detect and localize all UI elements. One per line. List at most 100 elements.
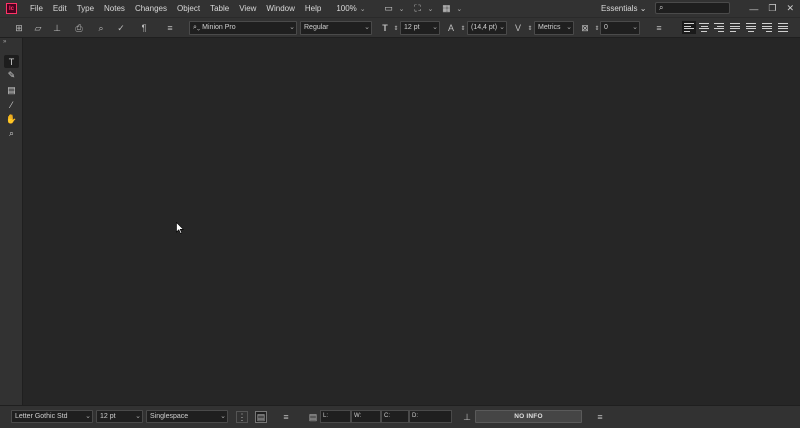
document-canvas[interactable] <box>24 38 800 405</box>
chevron-down-icon[interactable]: ⌄ <box>499 22 505 34</box>
view-options-dropdown-icon[interactable]: ⌄ <box>399 5 405 13</box>
menu-object[interactable]: Object <box>172 0 205 17</box>
chevron-down-icon[interactable]: ⌄ <box>220 411 226 423</box>
window-controls: — ❐ ✕ <box>749 0 794 17</box>
align-center-icon[interactable] <box>699 23 709 32</box>
font-family-field[interactable]: ⌕⌄ Minion Pro ⌄ <box>189 21 297 35</box>
leading-icon: A <box>447 23 454 33</box>
align-right-icon[interactable] <box>714 23 724 32</box>
position-tool-icon[interactable]: ▤ <box>4 84 19 97</box>
word-count-field: W: <box>351 410 381 423</box>
panel-menu-icon[interactable]: ≡ <box>164 22 176 34</box>
story-font-value: Letter Gothic Std <box>15 413 68 420</box>
story-font-field[interactable]: Letter Gothic Std ⌄ <box>11 410 93 423</box>
no-info-button[interactable]: NO INFO <box>475 410 582 423</box>
panel-menu-icon[interactable]: ≡ <box>653 22 665 34</box>
save-icon[interactable]: ⊥ <box>51 22 63 34</box>
kerning-icon: V <box>514 23 521 33</box>
story-font-size-field[interactable]: 12 pt ⌄ <box>96 410 143 423</box>
chevron-down-icon[interactable]: ⌄ <box>135 411 141 423</box>
tracking-icon: ⊠ <box>581 22 589 33</box>
story-view-icon[interactable]: ▤ <box>255 411 267 423</box>
arrange-dropdown-icon[interactable]: ⌄ <box>456 5 462 13</box>
kerning-field[interactable]: Metrics ⌄ <box>534 21 574 35</box>
status-bar: Letter Gothic Std ⌄ 12 pt ⌄ Singlespace … <box>0 405 800 428</box>
line-count-label: L: <box>323 413 329 419</box>
screen-mode-icon[interactable]: ⛶ <box>411 2 425 16</box>
tools-panel: » T ✎ ▤ ⁄ ✋ ⌕ <box>0 38 23 405</box>
chevron-down-icon[interactable]: ⌄ <box>364 22 370 34</box>
chevron-down-icon[interactable]: ⌄ <box>566 22 572 34</box>
help-search-input[interactable]: ⌕ <box>655 2 730 14</box>
chevron-down-icon[interactable]: ⌄ <box>432 22 438 34</box>
type-tool-icon[interactable]: T <box>4 55 19 68</box>
kerning-value: Metrics <box>538 24 561 31</box>
menu-view[interactable]: View <box>234 0 261 17</box>
zoom-dropdown-icon[interactable]: ⌄ <box>360 5 366 13</box>
menu-edit[interactable]: Edit <box>48 0 72 17</box>
zoom-tool-icon[interactable]: ⌕ <box>4 127 19 140</box>
print-icon[interactable]: ⎙ <box>73 22 85 34</box>
workspace-label: Essentials <box>601 4 638 13</box>
font-family-value: Minion Pro <box>202 24 236 31</box>
arrange-documents-icon[interactable]: ▦ <box>439 2 453 16</box>
align-left-icon[interactable] <box>682 21 696 34</box>
word-count-label: W: <box>354 413 362 419</box>
menu-file[interactable]: File <box>25 0 48 17</box>
line-numbers-icon[interactable]: ⋮ <box>236 411 248 423</box>
close-icon[interactable]: ✕ <box>786 3 794 14</box>
line-spacing-field[interactable]: Singlespace ⌄ <box>146 410 228 423</box>
collapse-panel-icon[interactable]: » <box>3 39 6 45</box>
eyedropper-tool-icon[interactable]: ⁄ <box>4 98 19 111</box>
restore-icon[interactable]: ❐ <box>768 3 776 14</box>
panel-menu-icon[interactable]: ≡ <box>280 411 292 423</box>
font-size-value: 12 pt <box>404 24 420 31</box>
justify-all-icon[interactable] <box>778 23 788 32</box>
story-font-size-value: 12 pt <box>100 413 116 420</box>
line-count-field: L: <box>320 410 351 423</box>
tracking-value: 0 <box>604 24 608 31</box>
hand-tool-icon[interactable]: ✋ <box>4 113 19 126</box>
document-info-icon: ▤ <box>308 411 318 422</box>
chevron-down-icon: ⌄ <box>639 4 647 13</box>
line-spacing-value: Singlespace <box>150 413 189 420</box>
tracking-field[interactable]: 0 ⌄ <box>600 21 640 35</box>
menu-changes[interactable]: Changes <box>130 0 172 17</box>
control-panel: ⊞ ▱ ⊥ ⎙ ⌕ ✓ ¶ ≡ ⌕⌄ Minion Pro ⌄ Regular … <box>0 17 800 38</box>
menu-table[interactable]: Table <box>205 0 234 17</box>
chevron-down-icon[interactable]: ⌄ <box>289 22 295 34</box>
screen-mode-dropdown-icon[interactable]: ⌄ <box>428 5 434 13</box>
font-style-value: Regular <box>304 24 329 31</box>
workspace-switcher[interactable]: Essentials ⌄ <box>601 0 646 17</box>
menu-help[interactable]: Help <box>300 0 326 17</box>
app-icon: Ic <box>6 3 17 14</box>
leading-field[interactable]: (14,4 pt) ⌄ <box>467 21 507 35</box>
leading-value: (14,4 pt) <box>471 24 498 31</box>
show-hidden-characters-icon[interactable]: ¶ <box>138 22 150 34</box>
zoom-level[interactable]: 100% <box>336 4 356 13</box>
justify-right-icon[interactable] <box>762 23 772 32</box>
chevron-down-icon[interactable]: ⌄ <box>632 22 638 34</box>
spellcheck-icon[interactable]: ✓ <box>115 22 127 34</box>
character-count-label: C: <box>384 413 390 419</box>
chevron-down-icon[interactable]: ⌄ <box>85 411 91 423</box>
font-size-field[interactable]: 12 pt ⌄ <box>400 21 440 35</box>
search-icon: ⌕ <box>659 3 664 12</box>
menu-notes[interactable]: Notes <box>99 0 130 17</box>
font-info-icon: ⊥ <box>463 411 471 422</box>
justify-left-icon[interactable] <box>730 23 740 32</box>
new-document-icon[interactable]: ⊞ <box>13 22 25 34</box>
character-count-field: C: <box>381 410 409 423</box>
panel-menu-icon[interactable]: ≡ <box>594 411 606 423</box>
font-search-icon: ⌕⌄ <box>193 24 203 31</box>
find-icon[interactable]: ⌕ <box>95 22 107 34</box>
minimize-icon[interactable]: — <box>749 4 758 14</box>
menu-type[interactable]: Type <box>72 0 99 17</box>
note-tool-icon[interactable]: ✎ <box>4 69 19 82</box>
menu-window[interactable]: Window <box>261 0 299 17</box>
open-icon[interactable]: ▱ <box>32 22 44 34</box>
font-style-field[interactable]: Regular ⌄ <box>300 21 372 35</box>
view-options-icon[interactable]: ▭ <box>382 2 396 16</box>
depth-field: D: <box>409 410 452 423</box>
justify-center-icon[interactable] <box>746 23 756 32</box>
